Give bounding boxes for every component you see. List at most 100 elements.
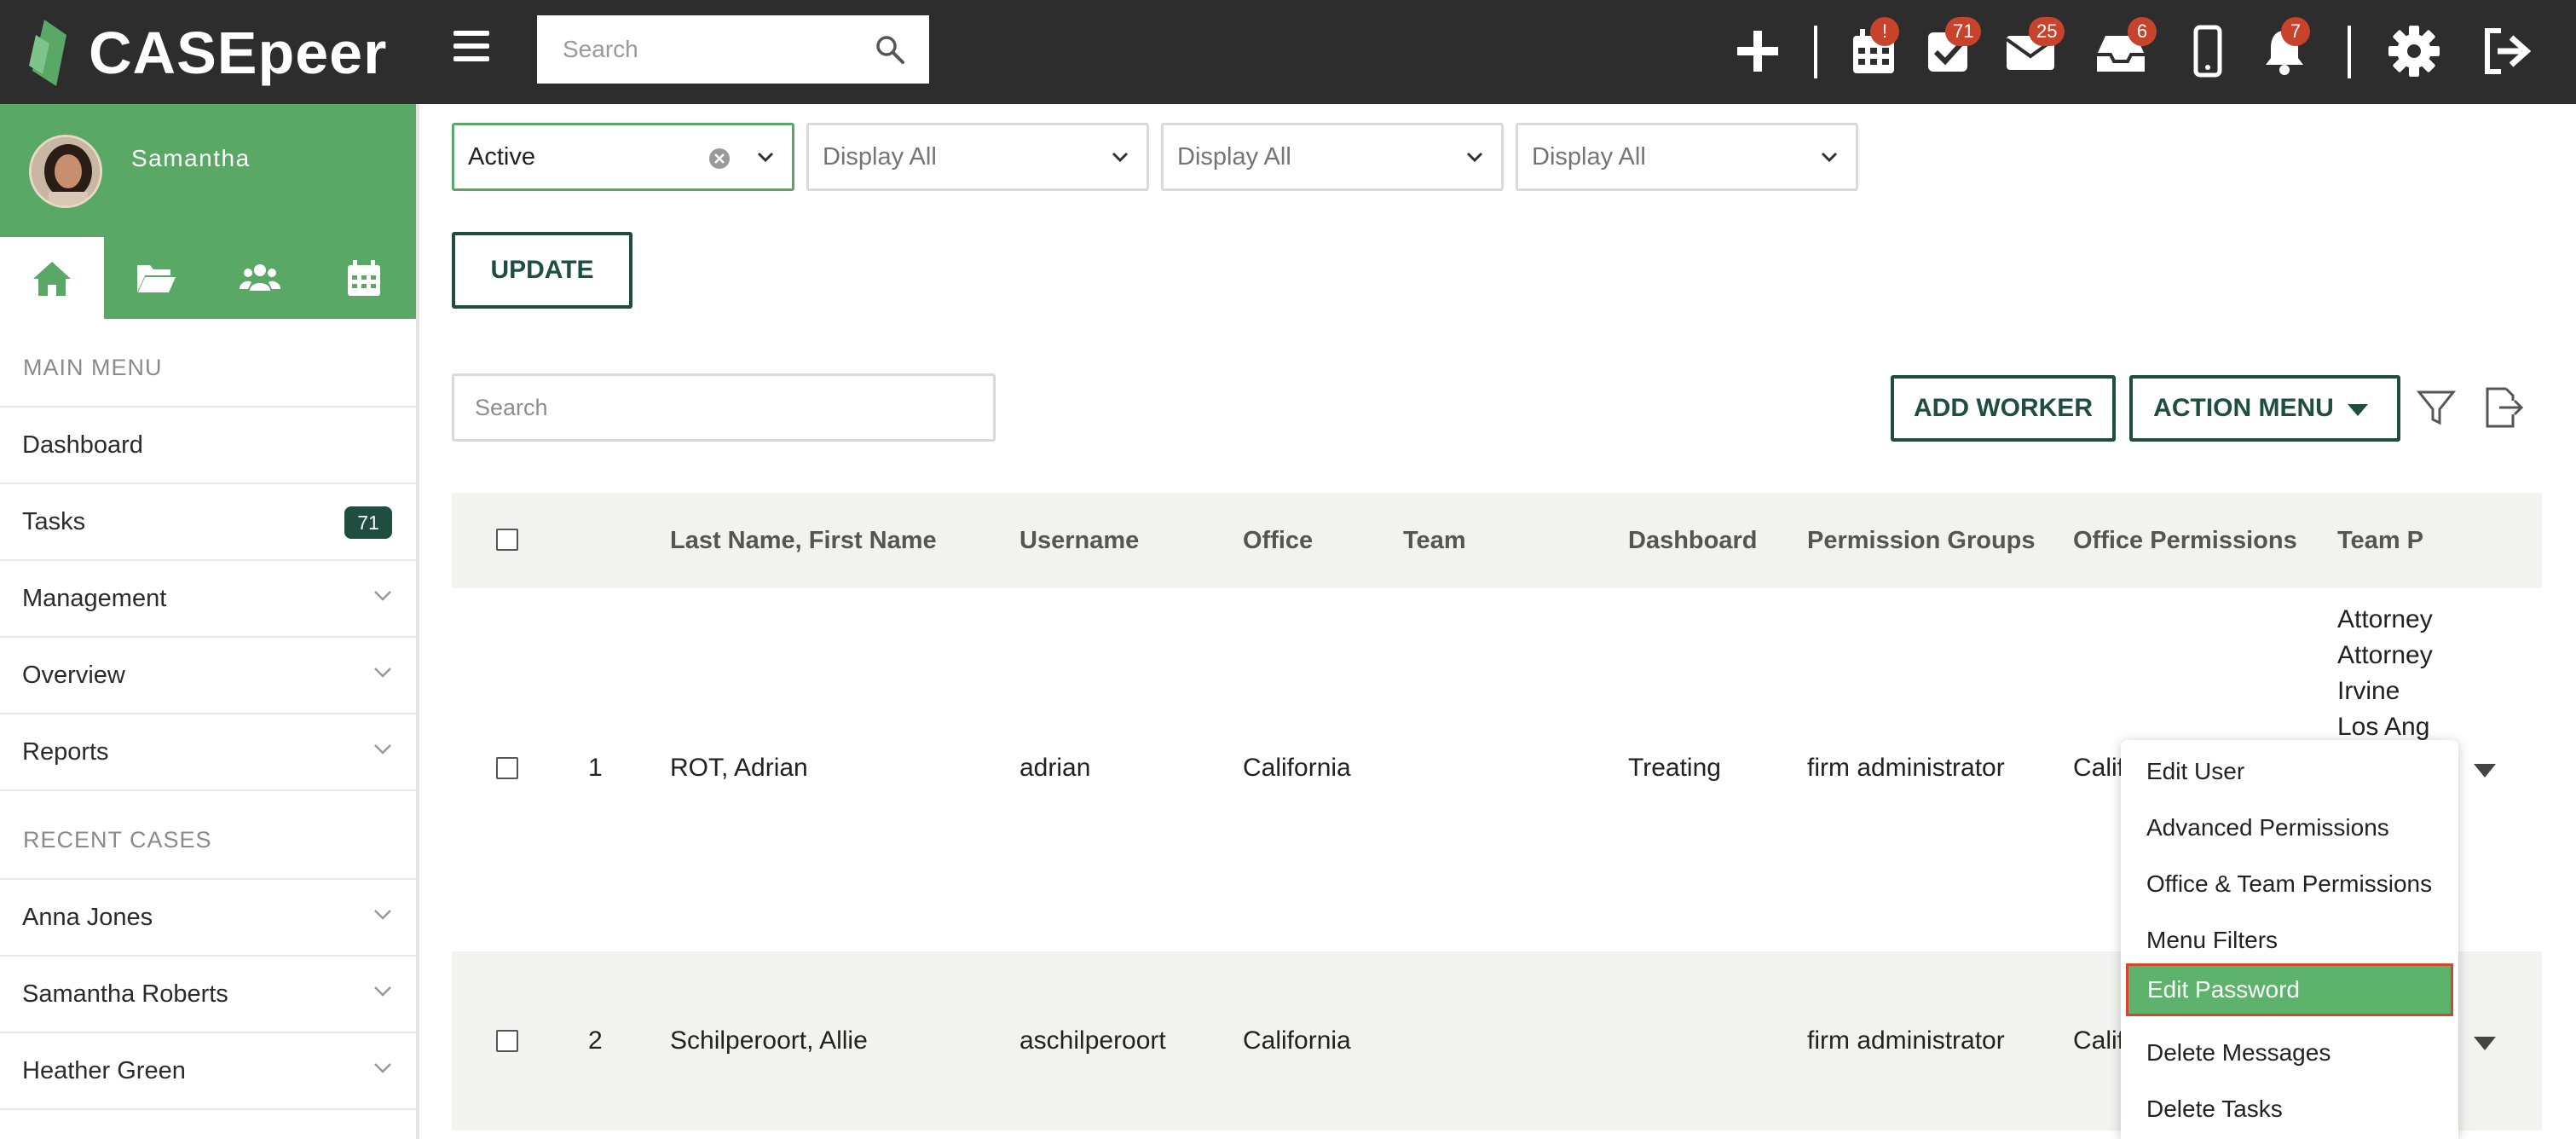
menu-item-menu-filters[interactable]: Menu Filters (2121, 914, 2458, 967)
action-menu-label: ACTION MENU (2153, 394, 2334, 422)
sidebar-item-label: Management (22, 584, 167, 612)
menu-item-office-team-permissions[interactable]: Office & Team Permissions (2121, 858, 2458, 911)
worker-name[interactable]: Schilperoort, Allie (670, 1026, 868, 1055)
worker-office-permissions: Calif (2073, 1026, 2125, 1055)
chevron-down-icon (374, 910, 391, 920)
column-header[interactable]: Dashboard (1628, 527, 1757, 555)
add-worker-button[interactable]: ADD WORKER (1891, 375, 2116, 442)
chevron-down-icon (374, 1063, 391, 1073)
column-header[interactable]: Permission Groups (1807, 527, 2036, 555)
toolbar-separator (1814, 26, 1817, 78)
table-header: Last Name, First Name Username Office Te… (452, 493, 2542, 588)
sidebar: Samantha MAIN MENU Dashboard Tasks 71 Ma… (0, 104, 419, 1139)
column-header[interactable]: Office Permissions (2073, 527, 2297, 555)
menu-item-edit-password[interactable]: Edit Password (2126, 963, 2453, 1016)
worker-office: California (1243, 754, 1351, 782)
inbox-tray-icon[interactable]: 6 (2094, 17, 2157, 78)
action-menu-button[interactable]: ACTION MENU (2129, 375, 2400, 442)
row-number: 2 (588, 1026, 603, 1055)
inbox-badge: 6 (2128, 17, 2157, 46)
sidebar-item-management[interactable]: Management (0, 561, 416, 638)
table-search-input[interactable] (454, 376, 993, 439)
worker-username: adrian (1019, 754, 1091, 782)
tasks-check-icon[interactable]: 71 (1921, 17, 1982, 78)
column-header[interactable]: Last Name, First Name (670, 527, 937, 555)
tab-contacts[interactable] (208, 237, 312, 319)
team-permission: Attorney (2337, 605, 2433, 633)
mobile-phone-icon[interactable] (2180, 24, 2235, 78)
worker-username: aschilperoort (1019, 1026, 1166, 1055)
tab-home[interactable] (0, 237, 104, 319)
sidebar-item-dashboard[interactable]: Dashboard (0, 408, 416, 484)
tasks-count-badge: 71 (344, 506, 392, 539)
row-actions-caret-icon[interactable] (2474, 1037, 2496, 1050)
recent-case-item[interactable]: Samantha Roberts (0, 957, 416, 1033)
top-navbar: CASEpeer ! 71 25 6 (0, 0, 2576, 104)
recent-case-label: Samantha Roberts (22, 980, 228, 1008)
column-header[interactable]: Office (1243, 527, 1313, 555)
filter-funnel-icon[interactable] (2416, 387, 2457, 428)
bell-icon[interactable]: 7 (2257, 17, 2312, 78)
sidebar-item-label: Reports (22, 737, 109, 766)
team-permission: Los Ang (2337, 713, 2430, 741)
global-search (537, 15, 929, 84)
filter-value: Display All (1532, 143, 1646, 171)
chevron-down-icon (757, 152, 774, 163)
menu-item-edit-user[interactable]: Edit User (2121, 745, 2458, 798)
worker-permission-groups: firm administrator (1807, 1026, 2005, 1055)
plus-icon[interactable] (1730, 24, 1785, 78)
tab-cases[interactable] (104, 237, 208, 319)
avatar[interactable] (29, 135, 102, 208)
row-actions-caret-icon[interactable] (2474, 764, 2496, 778)
gear-icon[interactable] (2387, 24, 2441, 78)
sidebar-item-tasks[interactable]: Tasks 71 (0, 484, 416, 561)
recent-case-item[interactable]: Anna Jones (0, 880, 416, 957)
casepeer-logo[interactable]: CASEpeer (27, 10, 387, 95)
menu-item-advanced-permissions[interactable]: Advanced Permissions (2121, 801, 2458, 854)
search-icon[interactable] (875, 34, 905, 65)
filter-select-3[interactable]: Display All (1161, 123, 1504, 191)
team-permission: Irvine (2337, 677, 2400, 705)
filter-value: Display All (823, 143, 937, 171)
filter-select-2[interactable]: Display All (806, 123, 1149, 191)
global-search-input[interactable] (537, 15, 861, 84)
column-header[interactable]: Username (1019, 527, 1139, 555)
chevron-down-icon (374, 668, 391, 678)
worker-permission-groups: firm administrator (1807, 754, 2005, 782)
chevron-down-icon (1821, 152, 1838, 163)
select-all-checkbox[interactable] (496, 529, 518, 551)
chevron-down-icon (1466, 152, 1483, 163)
filter-select-4[interactable]: Display All (1516, 123, 1858, 191)
worker-office-permissions: Calif (2073, 754, 2125, 782)
filter-value: Display All (1177, 143, 1291, 171)
recent-case-label: Anna Jones (22, 903, 153, 931)
worker-dashboard: Treating (1628, 754, 1721, 782)
clear-selection-icon[interactable] (708, 147, 731, 170)
calendar-icon[interactable]: ! (1846, 17, 1901, 78)
logout-icon[interactable] (2479, 24, 2533, 78)
recent-case-item[interactable]: Heather Green (0, 1033, 416, 1110)
update-button[interactable]: UPDATE (452, 232, 632, 309)
status-filter-value: Active (468, 143, 535, 171)
mail-icon[interactable]: 25 (2003, 17, 2065, 78)
sidebar-item-label: Tasks (22, 507, 86, 535)
tab-calendar[interactable] (312, 237, 416, 319)
menu-item-delete-messages[interactable]: Delete Messages (2121, 1026, 2458, 1079)
status-filter-select[interactable]: Active (452, 123, 794, 191)
column-header[interactable]: Team Pe (2337, 527, 2423, 555)
hamburger-menu-icon[interactable] (453, 31, 489, 66)
notifications-badge: 7 (2281, 17, 2310, 46)
export-file-icon[interactable] (2481, 385, 2525, 430)
sidebar-item-overview[interactable]: Overview (0, 638, 416, 714)
column-header[interactable]: Team (1403, 527, 1466, 555)
menu-item-delete-tasks[interactable]: Delete Tasks (2121, 1083, 2458, 1136)
sidebar-item-reports[interactable]: Reports (0, 714, 416, 791)
row-checkbox[interactable] (496, 757, 518, 779)
users-icon (240, 264, 280, 291)
worker-name[interactable]: ROT, Adrian (670, 754, 808, 783)
worker-office: California (1243, 1026, 1351, 1055)
sidebar-tabs (0, 237, 416, 319)
row-checkbox[interactable] (496, 1030, 518, 1052)
recent-case-label: Heather Green (22, 1056, 186, 1084)
row-actions-dropdown: Edit User Advanced Permissions Office & … (2121, 740, 2458, 1139)
